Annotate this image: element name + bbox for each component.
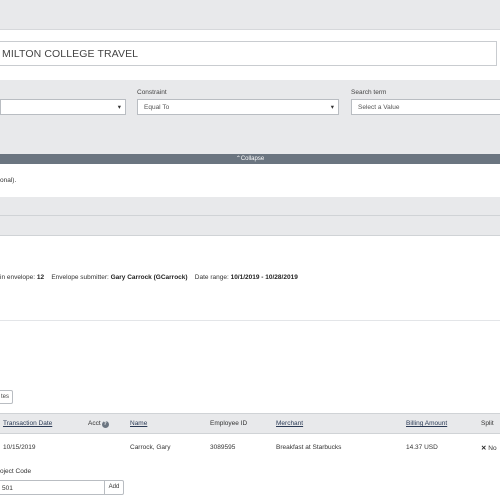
table-header: Transaction Date Acct? Name Employee ID …: [0, 413, 500, 434]
constraint-value: Equal To: [144, 104, 170, 111]
add-object-code-button[interactable]: Add: [104, 480, 124, 495]
constraint-select[interactable]: Equal To ▾: [137, 99, 339, 115]
col-merchant[interactable]: Merchant: [276, 420, 303, 427]
section-band-1: [0, 197, 500, 215]
envelope-submitter: Gary Carrock (GCarrock): [110, 274, 188, 281]
cell-merchant: Breakfast at Starbucks: [276, 444, 342, 451]
divider: [0, 320, 500, 321]
cell-transaction-date: 10/15/2019: [3, 444, 36, 451]
notes-button[interactable]: tes: [0, 390, 13, 404]
envelope-title-text: MILTON COLLEGE TRAVEL: [2, 48, 139, 60]
divider: [0, 235, 500, 236]
search-term-label: Search term: [351, 89, 387, 96]
col-split: Split: [481, 420, 494, 427]
col-employee-id: Employee ID: [210, 420, 248, 427]
top-bar: [0, 0, 500, 30]
close-icon: ✕: [481, 445, 487, 452]
filter-panel: ▾ Constraint Equal To ▾ Search term Sele…: [0, 80, 500, 154]
object-code-label: oject Code: [0, 468, 32, 475]
constraint-label: Constraint: [137, 89, 167, 96]
section-band-2: [0, 216, 500, 235]
cell-employee-id: 3089595: [210, 444, 236, 451]
chevron-down-icon: ▾: [330, 104, 334, 111]
object-code-input[interactable]: 501: [0, 480, 105, 495]
col-billing-amount[interactable]: Billing Amount: [406, 420, 447, 427]
chevron-down-icon: ▾: [117, 104, 121, 111]
date-range: 10/1/2019 - 10/28/2019: [230, 274, 298, 281]
col-acct: Acct?: [88, 420, 109, 428]
collapse-button[interactable]: ⌃Collapse: [0, 154, 500, 164]
field-select[interactable]: ▾: [0, 99, 126, 115]
search-term-select[interactable]: Select a Value: [351, 99, 500, 115]
col-transaction-date[interactable]: Transaction Date: [3, 420, 52, 427]
col-name[interactable]: Name: [130, 420, 147, 427]
help-icon[interactable]: ?: [101, 421, 109, 428]
cell-name: Carrock, Gary: [130, 444, 171, 451]
note-text: onal).: [0, 177, 17, 184]
object-code-value: 501: [2, 484, 13, 492]
envelope-count: 12: [36, 274, 45, 281]
envelope-summary: in envelope: 12 Envelope submitter: Gary…: [0, 274, 298, 281]
cell-billing-amount: 14.37 USD: [406, 444, 438, 451]
cell-split: ✕ No: [481, 445, 497, 452]
search-term-placeholder: Select a Value: [358, 104, 400, 111]
envelope-title-field[interactable]: MILTON COLLEGE TRAVEL: [0, 41, 497, 66]
